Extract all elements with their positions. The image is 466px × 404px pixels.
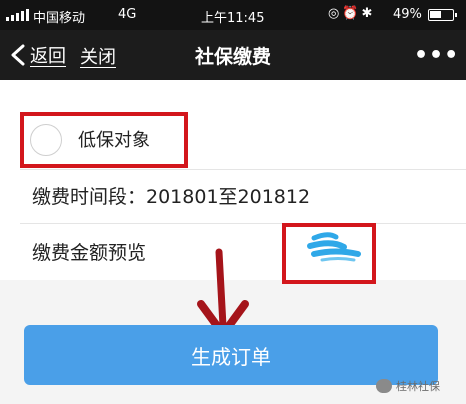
back-label: 返回	[30, 46, 66, 67]
status-time: 上午11:45	[201, 11, 265, 26]
annotation-box-amount	[282, 223, 376, 284]
bluetooth-icon: ✱	[361, 6, 376, 21]
page-title: 社保缴费	[194, 46, 271, 68]
status-bar: 中国移动 4G 上午11:45 ◎⏰✱ 49%	[0, 0, 466, 30]
more-menu-button[interactable]: •••	[414, 43, 459, 68]
row-divider	[20, 223, 466, 224]
row-divider	[20, 169, 466, 170]
network-type: 4G	[118, 7, 137, 22]
payment-amount-label: 缴费金额预览	[32, 242, 147, 264]
payment-period-text: 缴费时间段：201801至201812	[32, 186, 311, 208]
battery-icon	[428, 9, 457, 21]
signal-strength-icon	[6, 9, 29, 21]
wechat-icon	[376, 379, 392, 393]
back-button[interactable]: 返回	[10, 42, 66, 68]
alarm-icon: ⏰	[342, 6, 362, 21]
orientation-lock-icon: ◎	[328, 6, 343, 21]
battery-percent: 49%	[393, 7, 422, 22]
watermark-text: 桂林社保	[396, 380, 440, 393]
generate-order-button[interactable]: 生成订单	[24, 325, 438, 385]
nav-bar: 返回 关闭 社保缴费 •••	[0, 30, 466, 80]
close-button[interactable]: 关闭	[80, 43, 116, 69]
carrier-name: 中国移动	[33, 11, 86, 26]
status-icons: ◎⏰✱	[328, 6, 375, 21]
watermark: 桂林社保	[376, 378, 440, 394]
chevron-left-icon	[11, 44, 25, 66]
annotation-box-subsidy	[20, 112, 188, 168]
